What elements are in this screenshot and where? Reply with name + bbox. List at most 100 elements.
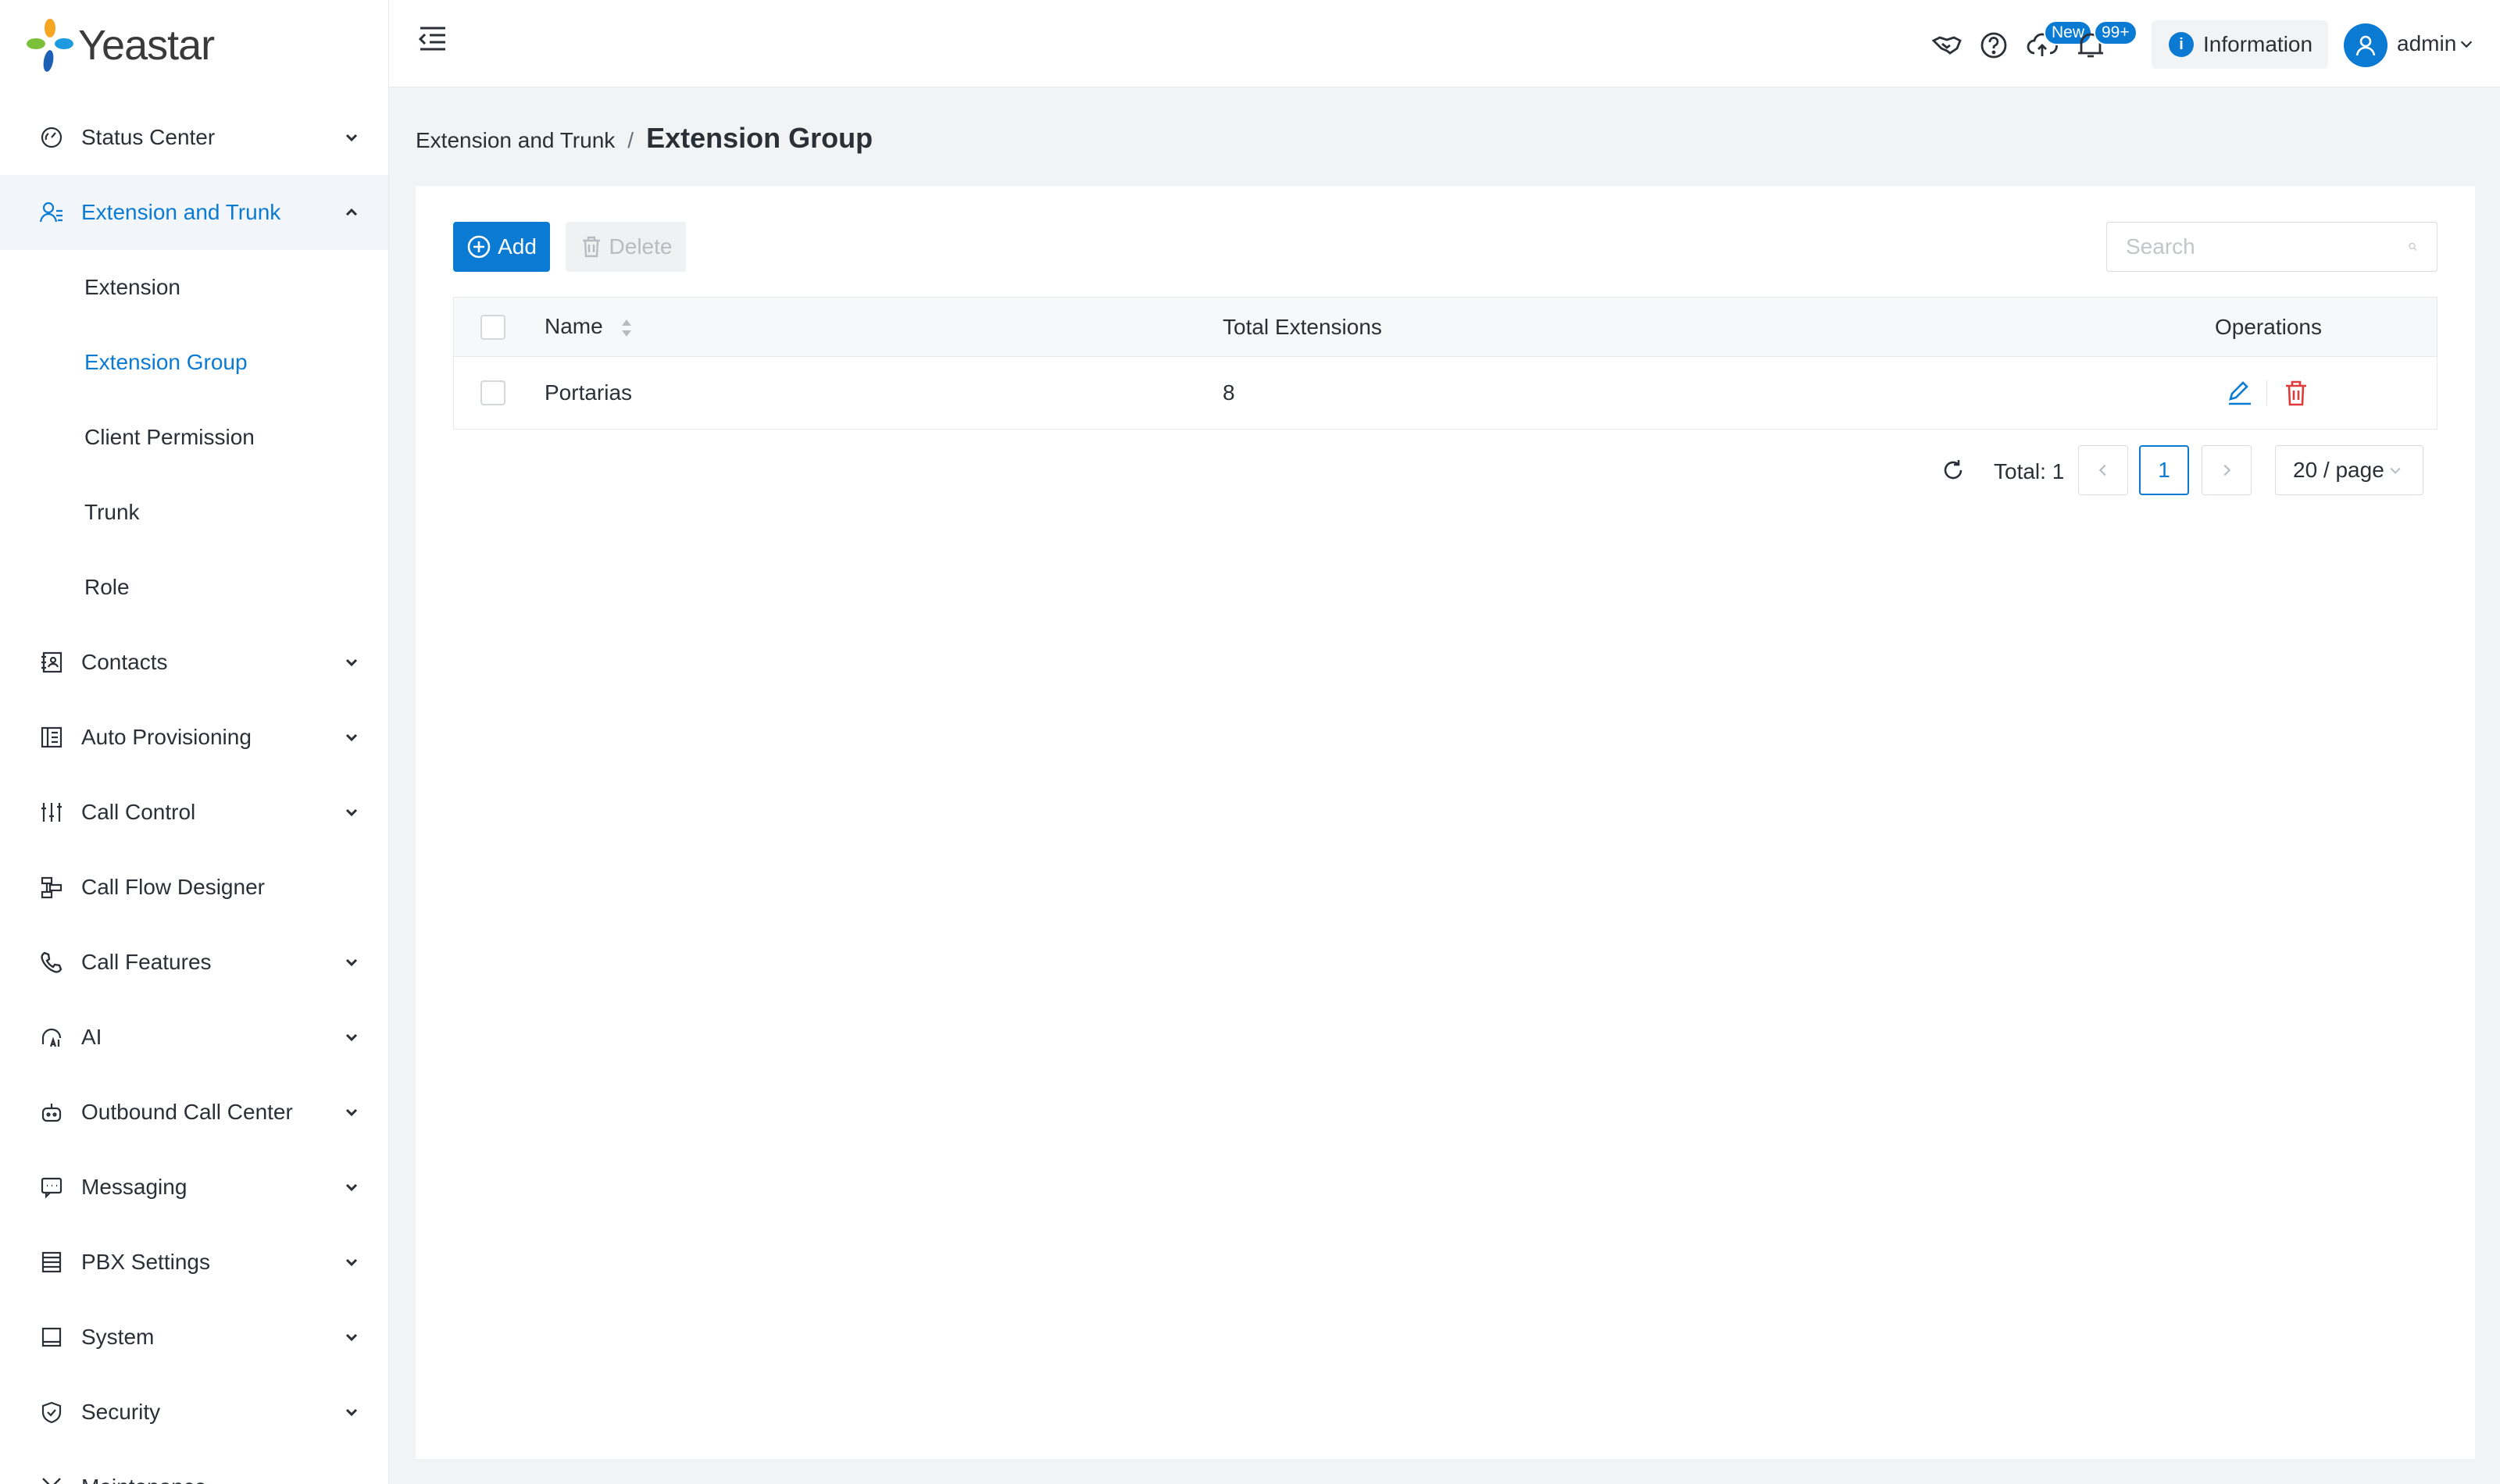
cell-total-extensions: 8: [1223, 380, 1235, 405]
sliders-icon: [38, 798, 66, 826]
extension-group-table: Name Total Extensions Operations Portari…: [453, 297, 2438, 430]
chevron-down-icon: [345, 1408, 358, 1417]
add-label: Add: [498, 234, 537, 259]
sidebar: Yeastar Status Center Extension and Trun…: [0, 0, 389, 1484]
column-header-total-extensions: Total Extensions: [1223, 314, 1382, 339]
breadcrumb: Extension and Trunk / Extension Group: [416, 122, 873, 155]
contacts-icon: [38, 648, 66, 676]
table-row: Portarias 8: [454, 357, 2437, 429]
sidebar-item-contacts[interactable]: Contacts: [0, 625, 388, 700]
next-page-button[interactable]: [2202, 445, 2252, 495]
table-header-row: Name Total Extensions Operations: [454, 298, 2437, 357]
information-button[interactable]: i Information: [2152, 20, 2328, 69]
sidebar-subitem-client-permission[interactable]: Client Permission: [0, 400, 388, 475]
sidebar-item-label: Auto Provisioning: [81, 725, 252, 749]
sidebar-subitem-trunk[interactable]: Trunk: [0, 475, 388, 550]
info-icon: i: [2169, 32, 2194, 57]
column-header-name[interactable]: Name: [545, 314, 634, 340]
flow-icon: [38, 873, 66, 901]
phone-icon: [38, 948, 66, 976]
brand-name: Yeastar: [78, 22, 215, 69]
sidebar-item-label: Messaging: [81, 1175, 188, 1199]
sidebar-item-label: Status Center: [81, 125, 216, 149]
page-title: Extension Group: [646, 122, 873, 154]
sidebar-item-label: Contacts: [81, 650, 168, 674]
search-box[interactable]: [2106, 222, 2438, 272]
chevron-down-icon: [345, 658, 358, 667]
add-button[interactable]: Add: [453, 222, 550, 272]
chevron-down-icon: [345, 1033, 358, 1042]
notification-count-badge: 99+: [2094, 20, 2138, 45]
help-icon[interactable]: [1978, 30, 2009, 61]
sidebar-item-system[interactable]: System: [0, 1300, 388, 1375]
breadcrumb-parent[interactable]: Extension and Trunk: [416, 128, 615, 153]
sidebar-item-pbx-settings[interactable]: PBX Settings: [0, 1225, 388, 1300]
cell-name: Portarias: [545, 380, 633, 405]
chevron-down-icon: [345, 808, 358, 817]
page-button[interactable]: 1: [2139, 445, 2189, 495]
ai-icon: [38, 1023, 66, 1051]
chevron-down-icon: [345, 733, 358, 742]
username: admin: [2397, 31, 2457, 55]
prev-page-button[interactable]: [2078, 445, 2128, 495]
chevron-down-icon: [345, 134, 358, 142]
sidebar-item-label: Call Flow Designer: [81, 875, 265, 899]
search-icon[interactable]: [2408, 237, 2418, 257]
sidebar-item-status-center[interactable]: Status Center: [0, 100, 388, 175]
delete-row-icon[interactable]: [2282, 379, 2310, 407]
page-size-select[interactable]: 20 / page: [2275, 445, 2423, 495]
row-checkbox[interactable]: [480, 380, 505, 405]
robot-icon: [38, 1098, 66, 1126]
column-header-label: Name: [545, 314, 603, 339]
sidebar-item-call-features[interactable]: Call Features: [0, 925, 388, 1000]
top-header: New 99+ i Information admin: [389, 0, 2500, 87]
chevron-down-icon: [345, 1333, 358, 1342]
sidebar-subitem-extension[interactable]: Extension: [0, 250, 388, 325]
sidebar-item-call-flow-designer[interactable]: Call Flow Designer: [0, 850, 388, 925]
sidebar-item-call-control[interactable]: Call Control: [0, 775, 388, 850]
content-card: Add Delete Name Total Extensions Operati…: [416, 186, 2475, 1459]
select-all-checkbox[interactable]: [480, 314, 505, 340]
sidebar-item-messaging[interactable]: Messaging: [0, 1150, 388, 1225]
brand-logo[interactable]: Yeastar: [25, 17, 215, 73]
edit-icon[interactable]: [2226, 379, 2254, 407]
sidebar-item-label: Security: [81, 1400, 161, 1424]
chevron-right-icon: [2223, 464, 2231, 476]
sidebar-item-label: Outbound Call Center: [81, 1100, 293, 1124]
users-icon: [38, 198, 66, 227]
sidebar-subitem-role[interactable]: Role: [0, 550, 388, 625]
chevron-down-icon: [345, 958, 358, 967]
sidebar-item-label: AI: [81, 1025, 102, 1049]
sort-icon[interactable]: [620, 316, 634, 340]
sidebar-item-ai[interactable]: AI: [0, 1000, 388, 1075]
avatar[interactable]: [2344, 23, 2388, 67]
user-menu[interactable]: admin: [2397, 31, 2475, 56]
sidebar-item-security[interactable]: Security: [0, 1375, 388, 1450]
sidebar-item-label: Call Control: [81, 800, 196, 824]
sidebar-item-maintenance[interactable]: Maintenance: [0, 1450, 388, 1484]
gauge-icon: [38, 123, 66, 152]
collapse-menu-icon[interactable]: [417, 23, 448, 55]
sidebar-nav: Status Center Extension and Trunk Extens…: [0, 100, 388, 1484]
sidebar-item-extension-and-trunk[interactable]: Extension and Trunk: [0, 175, 388, 250]
sidebar-subitem-extension-group[interactable]: Extension Group: [0, 325, 388, 400]
search-input[interactable]: [2126, 234, 2408, 259]
sidebar-item-label: Call Features: [81, 950, 212, 974]
delete-label: Delete: [609, 234, 673, 259]
message-icon: [38, 1173, 66, 1201]
tools-icon: [38, 1473, 66, 1484]
yeastar-logo-icon: [27, 19, 73, 72]
chevron-left-icon: [2098, 464, 2106, 476]
delete-button[interactable]: Delete: [566, 222, 686, 272]
server-icon: [38, 1248, 66, 1276]
plus-circle-icon: [467, 235, 491, 259]
chevron-down-icon: [345, 1108, 358, 1117]
sidebar-item-auto-provisioning[interactable]: Auto Provisioning: [0, 700, 388, 775]
chevron-up-icon: [345, 208, 358, 216]
sidebar-item-label: Maintenance: [81, 1475, 342, 1484]
handshake-icon[interactable]: [1931, 30, 1962, 61]
sidebar-item-outbound-call-center[interactable]: Outbound Call Center: [0, 1075, 388, 1150]
refresh-icon[interactable]: [1941, 458, 1966, 483]
trash-icon: [582, 236, 600, 258]
provisioning-icon: [38, 723, 66, 751]
